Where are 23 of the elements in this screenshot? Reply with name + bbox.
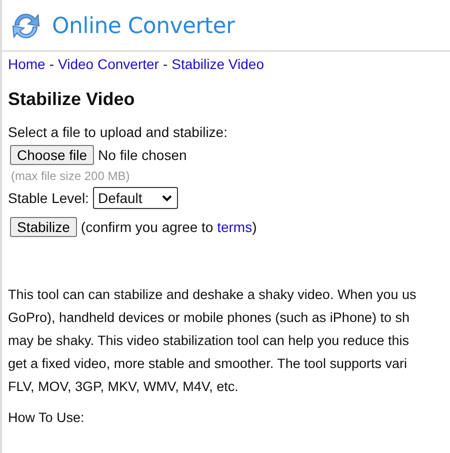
description-text: FLV, MOV, 3GP, MKV, WMV, M4V, etc. [8, 378, 240, 396]
chevron-down-icon [162, 194, 172, 202]
choose-file-button[interactable]: Choose file [10, 145, 94, 165]
level-dropdown[interactable]: Default [92, 187, 178, 209]
description-text: may be shaky. This video stabilization tool can help you reduce this [8, 332, 410, 350]
terms-link[interactable]: terms [217, 219, 252, 235]
upload-prompt: Select a file to upload and stabilize: [8, 123, 228, 141]
file-size-hint: (max file size 200 MB) [11, 169, 131, 183]
level-label: Stable Level: [8, 190, 89, 206]
terms-note: (confirm you agree to terms) [80, 219, 257, 235]
stabilize-button[interactable]: Stabilize [10, 217, 77, 237]
breadcrumb-link[interactable]: Stabilize Video [172, 56, 264, 72]
breadcrumb-link[interactable]: Video Converter [58, 56, 159, 72]
breadcrumb-separator: - [162, 56, 168, 72]
description-text: get a fixed video, more stable and smoother. The tool supports vari [8, 355, 408, 373]
how-to-use-heading: How To Use: [8, 410, 86, 425]
breadcrumb-separator: - [49, 56, 54, 72]
page-heading: Stabilize Video [8, 89, 136, 109]
breadcrumb-link[interactable]: Home [8, 56, 46, 72]
file-status: No file chosen [98, 147, 187, 163]
site-title[interactable]: Online Converter [52, 14, 235, 38]
description-text: GoPro), handheld devices or mobile phones (such as iPhone) to sh [8, 309, 410, 327]
description-text: This tool can can stabilize and deshake a shaky video. When you us [8, 286, 418, 304]
